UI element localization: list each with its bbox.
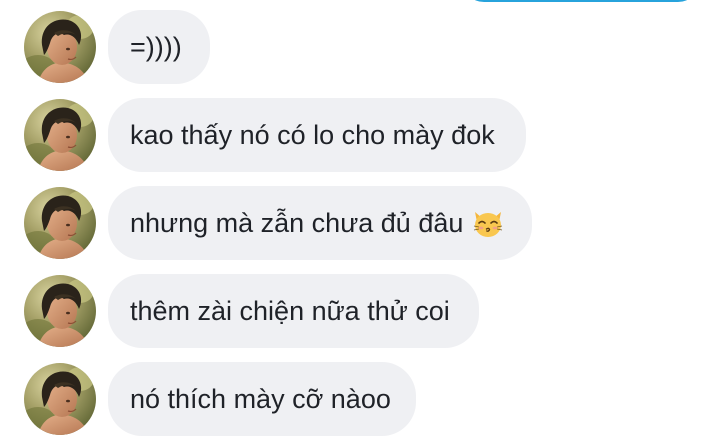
message-text: =)))) — [130, 31, 182, 62]
message-text: nhưng mà zẫn chưa đủ đâu — [130, 207, 464, 238]
sender-avatar[interactable] — [24, 275, 96, 347]
received-message-bubble[interactable]: nhưng mà zẫn chưa đủ đâu — [108, 186, 532, 260]
message-text: thêm zài chiện nữa thử coi — [130, 295, 450, 326]
sender-avatar[interactable] — [24, 11, 96, 83]
sender-avatar[interactable] — [24, 363, 96, 435]
received-message-bubble[interactable]: kao thấy nó có lo cho mày đok — [108, 98, 526, 172]
message-text: kao thấy nó có lo cho mày đok — [130, 119, 495, 150]
message-text: nó thích mày cỡ nàoo — [130, 383, 391, 414]
sender-avatar[interactable] — [24, 187, 96, 259]
received-message-bubble[interactable]: nó thích mày cỡ nàoo — [108, 362, 416, 436]
kissing-cat-face-icon — [471, 206, 505, 240]
received-message-bubble[interactable]: =)))) — [108, 10, 210, 84]
received-message-bubble[interactable]: thêm zài chiện nữa thử coi — [108, 274, 479, 348]
sent-message-bubble-edge — [462, 0, 700, 2]
sender-avatar[interactable] — [24, 99, 96, 171]
